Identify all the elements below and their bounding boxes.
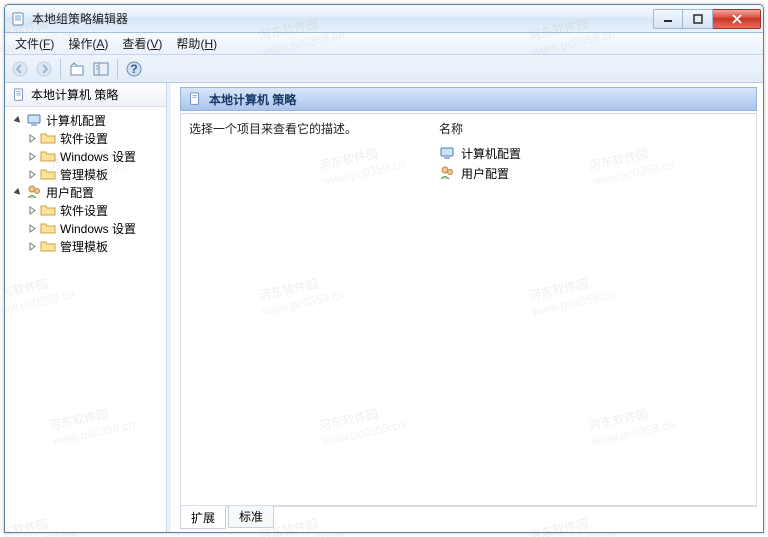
- folder-icon: [40, 148, 56, 164]
- tree-label: 用户配置: [44, 184, 96, 201]
- detail-title: 本地计算机 策略: [209, 91, 296, 108]
- show-hide-tree-button[interactable]: [90, 58, 112, 80]
- tree-root-label: 本地计算机 策略: [31, 86, 118, 103]
- tree-label: 管理模板: [58, 238, 110, 255]
- help-button[interactable]: ?: [123, 58, 145, 80]
- menu-help[interactable]: 帮助(H): [170, 33, 223, 54]
- description-column: 选择一个项目来查看它的描述。: [189, 120, 399, 499]
- tree-node-admin-templates[interactable]: 管理模板: [7, 165, 164, 183]
- tree-node-software-settings[interactable]: 软件设置: [7, 201, 164, 219]
- collapse-icon[interactable]: [13, 115, 24, 126]
- tree-label: 软件设置: [58, 130, 110, 147]
- app-window: 本地组策略编辑器 文件(F) 操作(A) 查看(V) 帮助(H) ? 本地计算机…: [4, 4, 764, 533]
- tree-node-windows-settings[interactable]: Windows 设置: [7, 219, 164, 237]
- tree-label: 计算机配置: [44, 112, 108, 129]
- detail-pane: 本地计算机 策略 选择一个项目来查看它的描述。 名称 计算机配置 用户配置: [171, 83, 763, 532]
- expand-icon[interactable]: [27, 169, 38, 180]
- name-column: 名称 计算机配置 用户配置: [439, 120, 521, 499]
- client-area: 本地计算机 策略 计算机配置 软件设置: [5, 83, 763, 532]
- minimize-button[interactable]: [653, 9, 683, 29]
- close-button[interactable]: [713, 9, 761, 29]
- user-icon: [439, 165, 455, 181]
- document-icon: [187, 91, 203, 107]
- description-hint: 选择一个项目来查看它的描述。: [189, 120, 399, 138]
- forward-button[interactable]: [33, 58, 55, 80]
- computer-icon: [439, 145, 455, 161]
- computer-icon: [26, 112, 42, 128]
- tree-pane: 本地计算机 策略 计算机配置 软件设置: [5, 83, 167, 532]
- expand-icon[interactable]: [27, 133, 38, 144]
- column-header-name[interactable]: 名称: [439, 120, 521, 137]
- expand-icon[interactable]: [27, 205, 38, 216]
- tree-label: 管理模板: [58, 166, 110, 183]
- tree-label: Windows 设置: [58, 148, 138, 165]
- list-item-label: 计算机配置: [461, 145, 521, 162]
- tree-node-computer-config[interactable]: 计算机配置: [7, 111, 164, 129]
- detail-header: 本地计算机 策略: [180, 87, 757, 111]
- list-item-user-config[interactable]: 用户配置: [439, 163, 521, 183]
- user-icon: [26, 184, 42, 200]
- tab-extended[interactable]: 扩展: [180, 506, 226, 529]
- list-item-label: 用户配置: [461, 165, 509, 182]
- collapse-icon[interactable]: [13, 187, 24, 198]
- toolbar-separator: [60, 59, 61, 79]
- folder-icon: [40, 220, 56, 236]
- tree-label: 软件设置: [58, 202, 110, 219]
- folder-icon: [40, 238, 56, 254]
- tree-body: 计算机配置 软件设置 Windows 设置: [5, 107, 166, 532]
- document-icon: [11, 87, 27, 103]
- menu-view[interactable]: 查看(V): [116, 33, 168, 54]
- folder-icon: [40, 202, 56, 218]
- menu-file[interactable]: 文件(F): [9, 33, 60, 54]
- svg-text:?: ?: [130, 62, 137, 76]
- window-controls: [653, 9, 761, 29]
- list-item-computer-config[interactable]: 计算机配置: [439, 143, 521, 163]
- tree-header[interactable]: 本地计算机 策略: [5, 83, 166, 107]
- tree-label: Windows 设置: [58, 220, 138, 237]
- app-icon: [11, 11, 27, 27]
- expand-icon[interactable]: [27, 241, 38, 252]
- toolbar: ?: [5, 55, 763, 83]
- detail-body: 选择一个项目来查看它的描述。 名称 计算机配置 用户配置: [180, 113, 757, 506]
- folder-icon: [40, 130, 56, 146]
- tabstrip: 扩展 标准: [180, 506, 757, 528]
- titlebar: 本地组策略编辑器: [5, 5, 763, 33]
- tree-node-windows-settings[interactable]: Windows 设置: [7, 147, 164, 165]
- folder-icon: [40, 166, 56, 182]
- tree-node-admin-templates[interactable]: 管理模板: [7, 237, 164, 255]
- maximize-button[interactable]: [683, 9, 713, 29]
- menubar: 文件(F) 操作(A) 查看(V) 帮助(H): [5, 33, 763, 55]
- expand-icon[interactable]: [27, 223, 38, 234]
- expand-icon[interactable]: [27, 151, 38, 162]
- window-title: 本地组策略编辑器: [32, 10, 653, 27]
- toolbar-separator: [117, 59, 118, 79]
- tree-node-software-settings[interactable]: 软件设置: [7, 129, 164, 147]
- up-folder-button[interactable]: [66, 58, 88, 80]
- menu-action[interactable]: 操作(A): [62, 33, 114, 54]
- tree-node-user-config[interactable]: 用户配置: [7, 183, 164, 201]
- back-button[interactable]: [9, 58, 31, 80]
- tab-standard[interactable]: 标准: [228, 506, 274, 528]
